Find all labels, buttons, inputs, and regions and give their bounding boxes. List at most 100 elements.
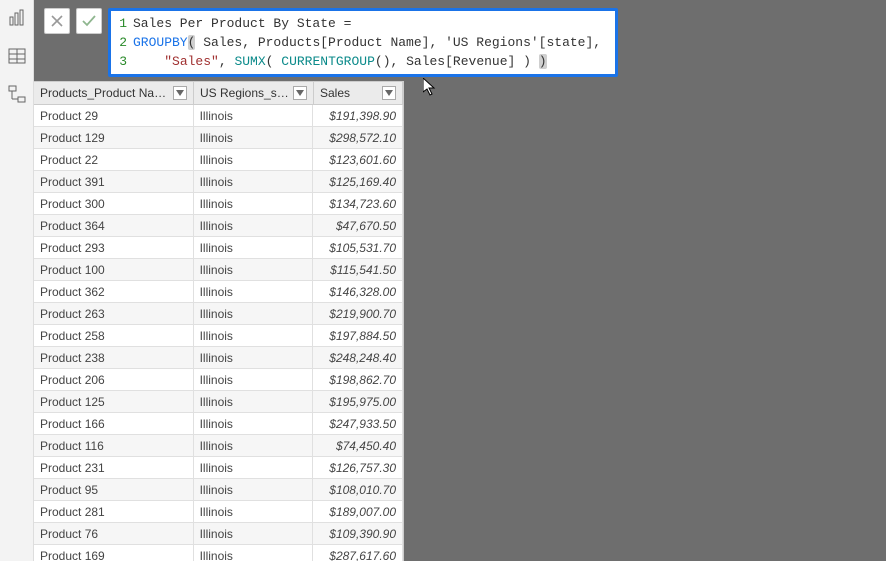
cell-state: Illinois (194, 237, 314, 259)
table-row[interactable]: Product 169Illinois$287,617.60 (34, 545, 403, 561)
table-row[interactable]: Product 100Illinois$115,541.50 (34, 259, 403, 281)
line-number: 2 (113, 33, 133, 52)
cell-sales: $191,398.90 (313, 105, 403, 127)
data-grid-area: Products_Product Name US Regions_state S… (34, 81, 886, 561)
model-view-icon[interactable] (7, 84, 27, 104)
cell-sales: $248,248.40 (313, 347, 403, 369)
formula-bar: 1 Sales Per Product By State = 2 GROUPBY… (34, 0, 886, 81)
column-header-label: Products_Product Name (40, 86, 169, 100)
table-row[interactable]: Product 362Illinois$146,328.00 (34, 281, 403, 303)
cell-sales: $47,670.50 (313, 215, 403, 237)
cell-product: Product 76 (34, 523, 194, 545)
cell-state: Illinois (194, 171, 314, 193)
dax-code-line: Sales Per Product By State = (133, 14, 351, 33)
dax-editor[interactable]: 1 Sales Per Product By State = 2 GROUPBY… (108, 8, 618, 77)
cell-product: Product 281 (34, 501, 194, 523)
filter-dropdown-icon[interactable] (382, 86, 396, 100)
cell-sales: $146,328.00 (313, 281, 403, 303)
cell-sales: $126,757.30 (313, 457, 403, 479)
cell-product: Product 129 (34, 127, 194, 149)
table-row[interactable]: Product 129Illinois$298,572.10 (34, 127, 403, 149)
table-row[interactable]: Product 166Illinois$247,933.50 (34, 413, 403, 435)
cell-state: Illinois (194, 281, 314, 303)
cell-state: Illinois (194, 435, 314, 457)
cell-sales: $108,010.70 (313, 479, 403, 501)
cell-product: Product 166 (34, 413, 194, 435)
cell-product: Product 238 (34, 347, 194, 369)
filter-dropdown-icon[interactable] (173, 86, 187, 100)
column-header-state[interactable]: US Regions_state (194, 82, 314, 104)
table-row[interactable]: Product 29Illinois$191,398.90 (34, 105, 403, 127)
cell-product: Product 125 (34, 391, 194, 413)
cell-sales: $189,007.00 (313, 501, 403, 523)
cell-sales: $197,884.50 (313, 325, 403, 347)
cell-sales: $219,900.70 (313, 303, 403, 325)
cell-product: Product 100 (34, 259, 194, 281)
cell-product: Product 169 (34, 545, 194, 561)
table-row[interactable]: Product 22Illinois$123,601.60 (34, 149, 403, 171)
view-rail (0, 0, 34, 561)
column-header-sales[interactable]: Sales (314, 82, 403, 104)
cell-product: Product 300 (34, 193, 194, 215)
cell-state: Illinois (194, 457, 314, 479)
report-view-icon[interactable] (7, 8, 27, 28)
cell-sales: $298,572.10 (313, 127, 403, 149)
grid-body[interactable]: Product 29Illinois$191,398.90Product 129… (34, 105, 403, 561)
table-row[interactable]: Product 238Illinois$248,248.40 (34, 347, 403, 369)
cell-sales: $74,450.40 (313, 435, 403, 457)
cell-state: Illinois (194, 523, 314, 545)
cell-state: Illinois (194, 545, 314, 561)
cell-state: Illinois (194, 391, 314, 413)
cell-state: Illinois (194, 193, 314, 215)
cell-sales: $125,169.40 (313, 171, 403, 193)
column-header-product-name[interactable]: Products_Product Name (34, 82, 194, 104)
dax-code-line: "Sales", SUMX( CURRENTGROUP(), Sales[Rev… (133, 52, 547, 71)
cell-state: Illinois (194, 501, 314, 523)
table-row[interactable]: Product 364Illinois$47,670.50 (34, 215, 403, 237)
cell-product: Product 364 (34, 215, 194, 237)
cell-sales: $247,933.50 (313, 413, 403, 435)
cell-product: Product 263 (34, 303, 194, 325)
cell-product: Product 116 (34, 435, 194, 457)
table-row[interactable]: Product 125Illinois$195,975.00 (34, 391, 403, 413)
line-number: 3 (113, 52, 133, 71)
cell-state: Illinois (194, 479, 314, 501)
cell-product: Product 95 (34, 479, 194, 501)
cell-product: Product 22 (34, 149, 194, 171)
table-row[interactable]: Product 300Illinois$134,723.60 (34, 193, 403, 215)
table-row[interactable]: Product 116Illinois$74,450.40 (34, 435, 403, 457)
table-row[interactable]: Product 95Illinois$108,010.70 (34, 479, 403, 501)
cell-state: Illinois (194, 127, 314, 149)
table-row[interactable]: Product 293Illinois$105,531.70 (34, 237, 403, 259)
data-grid: Products_Product Name US Regions_state S… (34, 81, 404, 561)
cell-product: Product 231 (34, 457, 194, 479)
cell-sales: $195,975.00 (313, 391, 403, 413)
table-row[interactable]: Product 263Illinois$219,900.70 (34, 303, 403, 325)
column-header-label: Sales (320, 86, 378, 100)
cell-sales: $287,617.60 (313, 545, 403, 561)
cell-state: Illinois (194, 215, 314, 237)
cell-product: Product 206 (34, 369, 194, 391)
cell-state: Illinois (194, 369, 314, 391)
app-root: 1 Sales Per Product By State = 2 GROUPBY… (0, 0, 886, 561)
commit-formula-button[interactable] (76, 8, 102, 34)
cancel-formula-button[interactable] (44, 8, 70, 34)
cell-sales: $109,390.90 (313, 523, 403, 545)
cell-state: Illinois (194, 413, 314, 435)
cell-state: Illinois (194, 105, 314, 127)
cell-product: Product 29 (34, 105, 194, 127)
cell-state: Illinois (194, 325, 314, 347)
table-row[interactable]: Product 76Illinois$109,390.90 (34, 523, 403, 545)
dax-code-line: GROUPBY( Sales, Products[Product Name], … (133, 33, 601, 52)
table-row[interactable]: Product 231Illinois$126,757.30 (34, 457, 403, 479)
main-area: 1 Sales Per Product By State = 2 GROUPBY… (34, 0, 886, 561)
cell-state: Illinois (194, 303, 314, 325)
table-row[interactable]: Product 391Illinois$125,169.40 (34, 171, 403, 193)
cell-state: Illinois (194, 347, 314, 369)
cell-sales: $115,541.50 (313, 259, 403, 281)
table-row[interactable]: Product 258Illinois$197,884.50 (34, 325, 403, 347)
filter-dropdown-icon[interactable] (293, 86, 307, 100)
table-row[interactable]: Product 281Illinois$189,007.00 (34, 501, 403, 523)
data-view-icon[interactable] (7, 46, 27, 66)
table-row[interactable]: Product 206Illinois$198,862.70 (34, 369, 403, 391)
